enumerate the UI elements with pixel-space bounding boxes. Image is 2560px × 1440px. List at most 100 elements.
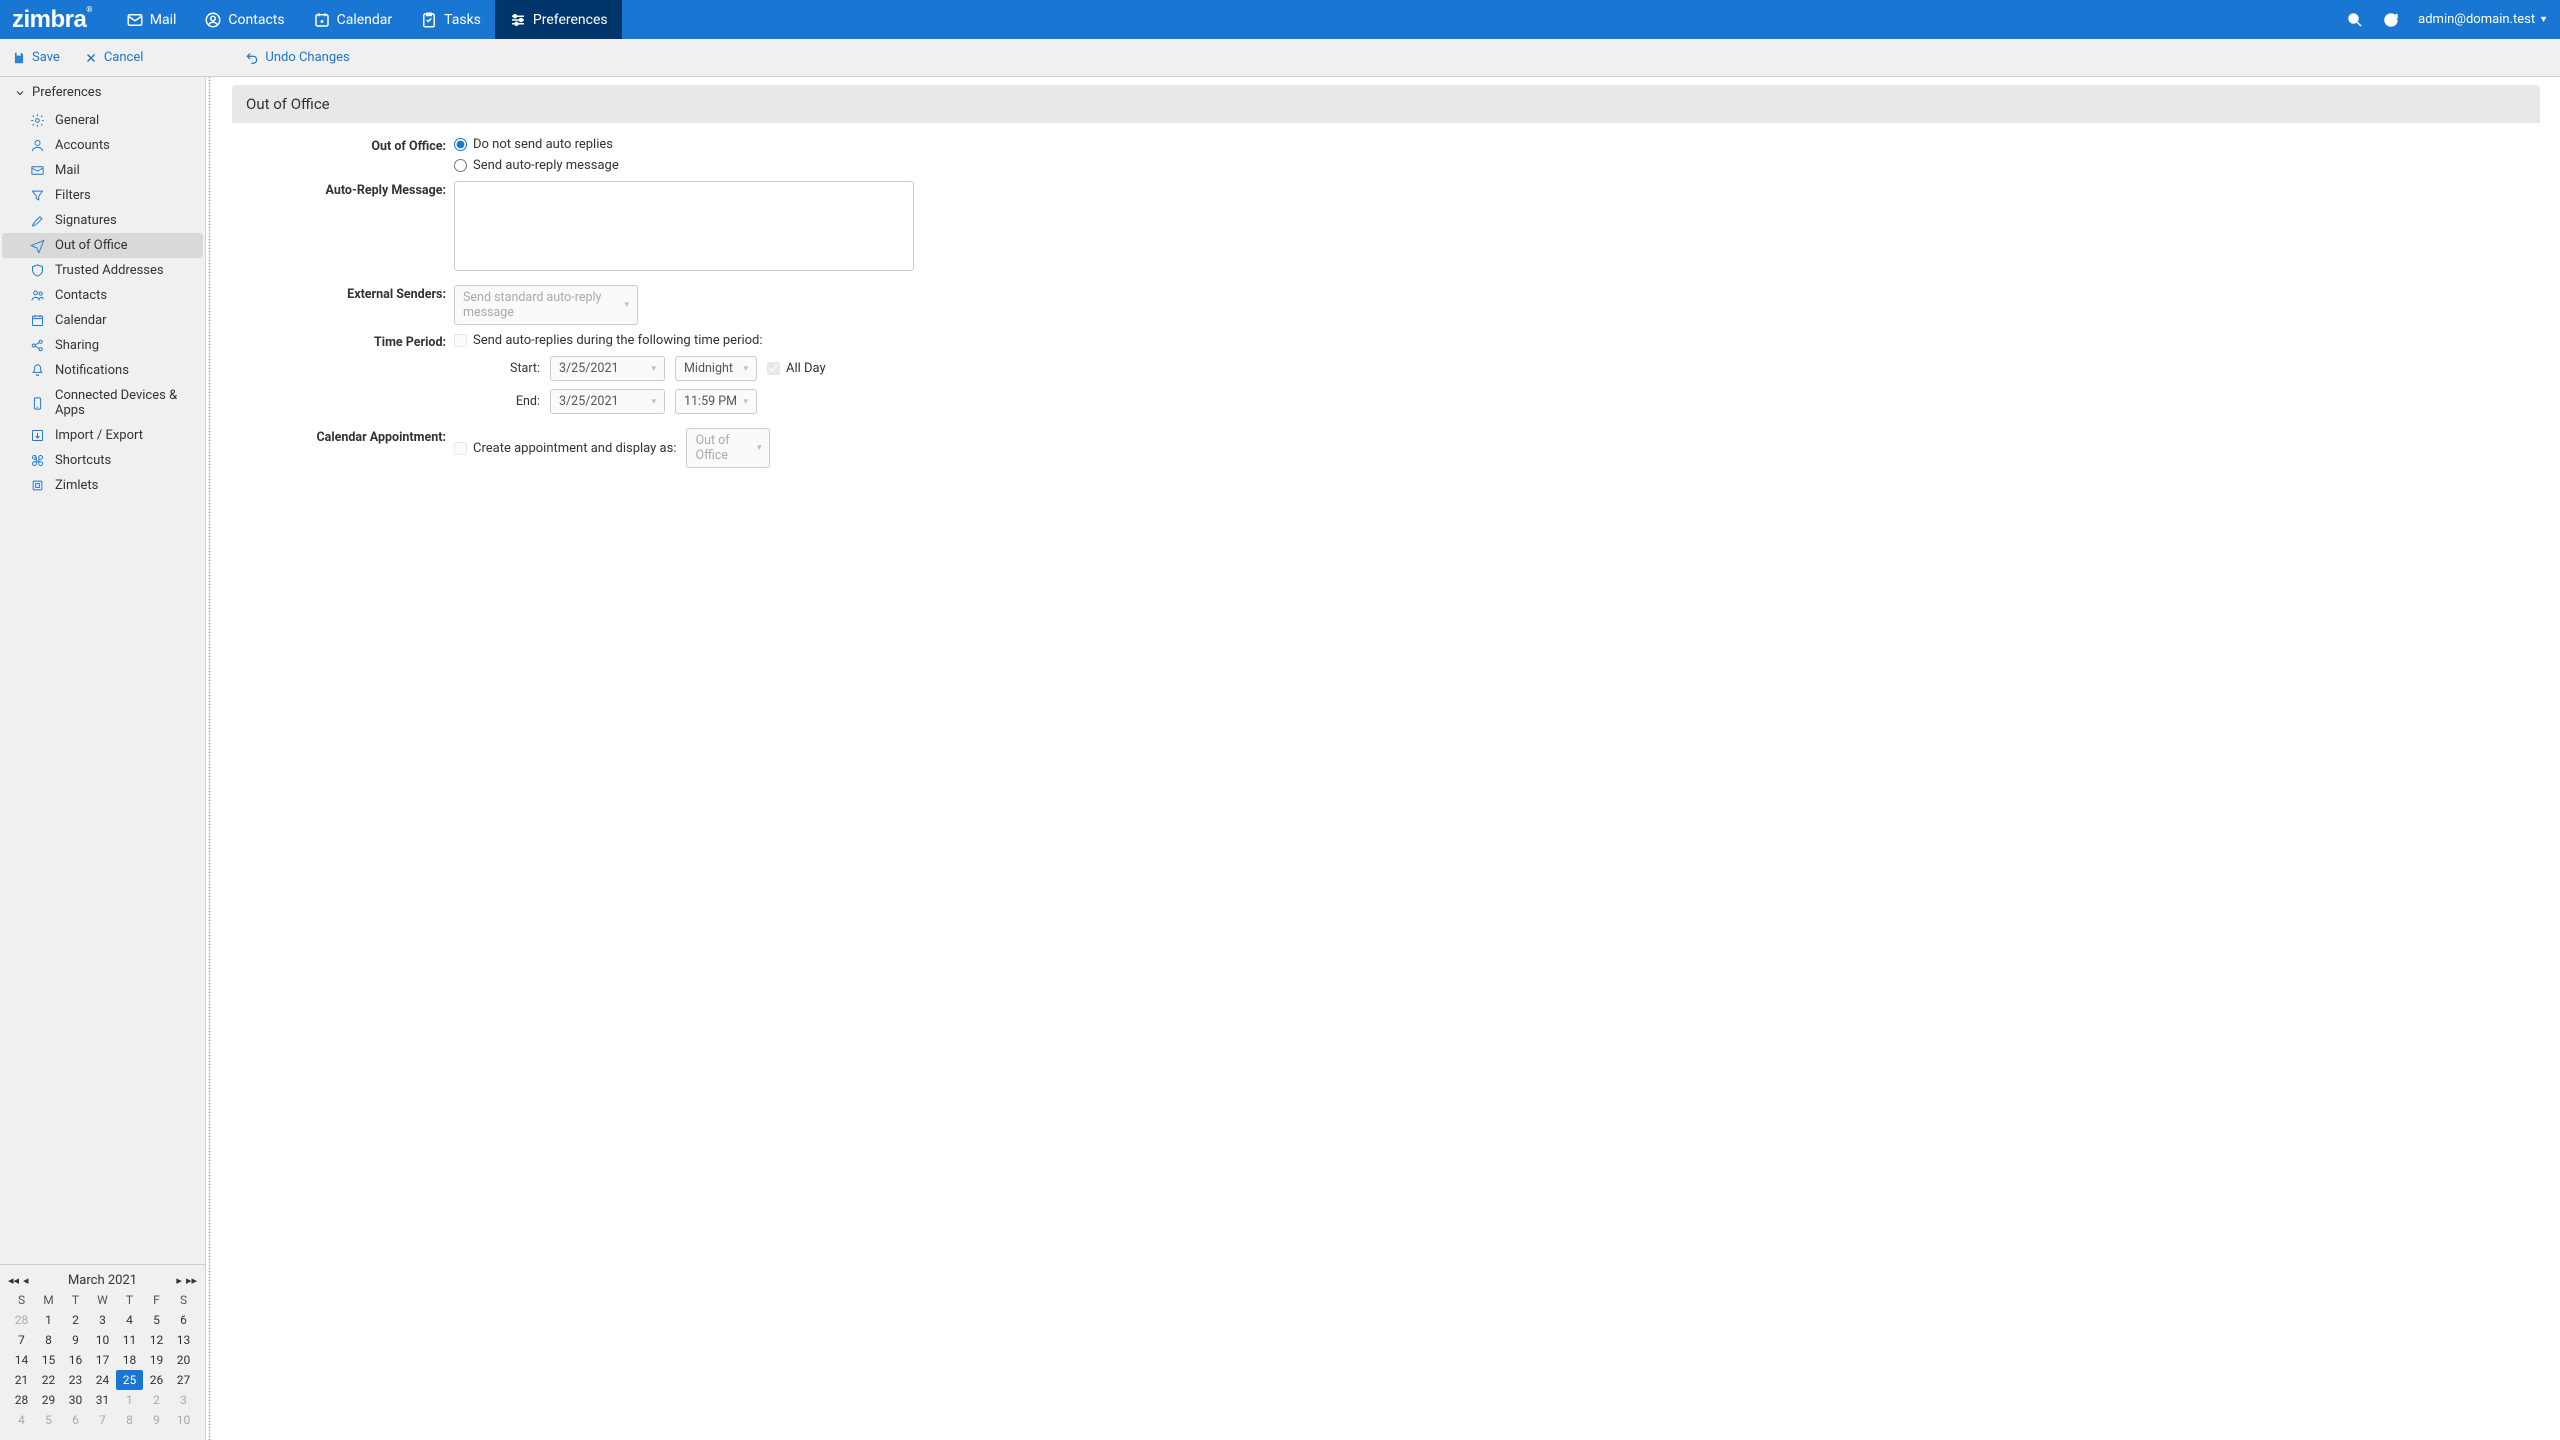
sidebar-item-devices[interactable]: Connected Devices & Apps: [0, 383, 205, 423]
tab-calendar[interactable]: Calendar: [299, 0, 407, 39]
sidebar-item-signatures[interactable]: Signatures: [0, 208, 205, 233]
radio-no-send[interactable]: Do not send auto replies: [454, 137, 2540, 152]
chevron-down-icon: [14, 87, 26, 99]
end-date-select[interactable]: 3/25/2021▾: [550, 389, 665, 414]
cal-day[interactable]: 10: [89, 1330, 116, 1350]
mail-icon: [126, 11, 144, 29]
end-time-select[interactable]: 11:59 PM▾: [675, 389, 757, 414]
cal-day[interactable]: 2: [62, 1310, 89, 1330]
cal-prev-month[interactable]: ◂: [23, 1274, 29, 1287]
sidebar: Preferences General Accounts Mail Filter…: [0, 77, 206, 1440]
cal-day[interactable]: 21: [8, 1370, 35, 1390]
cal-day[interactable]: 1: [35, 1310, 62, 1330]
cal-day[interactable]: 27: [170, 1370, 197, 1390]
cal-day[interactable]: 9: [62, 1330, 89, 1350]
cal-next-year[interactable]: ▸▸: [186, 1274, 197, 1287]
cal-day[interactable]: 29: [35, 1390, 62, 1410]
sidebar-item-contacts[interactable]: Contacts: [0, 283, 205, 308]
undo-button[interactable]: Undo Changes: [245, 50, 349, 65]
cal-dow: F: [143, 1290, 170, 1310]
time-period-check[interactable]: Send auto-replies during the following t…: [454, 333, 2540, 348]
cal-day[interactable]: 28: [8, 1310, 35, 1330]
cal-day[interactable]: 14: [8, 1350, 35, 1370]
cal-month-label[interactable]: March 2021: [68, 1273, 137, 1288]
radio-send[interactable]: Send auto-reply message: [454, 158, 2540, 173]
sidebar-item-zimlets[interactable]: Zimlets: [0, 473, 205, 498]
cal-day[interactable]: 3: [89, 1310, 116, 1330]
auto-reply-textarea[interactable]: [454, 181, 914, 271]
cal-next-month[interactable]: ▸: [176, 1274, 182, 1287]
allday-check[interactable]: All Day: [767, 361, 826, 376]
cal-day[interactable]: 16: [62, 1350, 89, 1370]
sidebar-item-trusted[interactable]: Trusted Addresses: [0, 258, 205, 283]
cal-day[interactable]: 4: [8, 1410, 35, 1430]
cal-day[interactable]: 26: [143, 1370, 170, 1390]
cal-day[interactable]: 3: [170, 1390, 197, 1410]
start-date-select[interactable]: 3/25/2021▾: [550, 356, 665, 381]
external-senders-select[interactable]: Send standard auto-reply message▾: [454, 285, 638, 325]
cal-day[interactable]: 20: [170, 1350, 197, 1370]
share-icon: [30, 338, 45, 353]
save-button[interactable]: Save: [12, 50, 60, 65]
cal-day[interactable]: 5: [143, 1310, 170, 1330]
create-appt-check[interactable]: Create appointment and display as:: [454, 441, 676, 456]
cal-prev-year[interactable]: ◂◂: [8, 1274, 19, 1287]
tasks-icon: [420, 11, 438, 29]
tab-contacts[interactable]: Contacts: [190, 0, 298, 39]
cal-day[interactable]: 7: [8, 1330, 35, 1350]
cal-day[interactable]: 25: [116, 1370, 143, 1390]
cal-day[interactable]: 31: [89, 1390, 116, 1410]
search-icon[interactable]: [2346, 11, 2364, 29]
cal-day[interactable]: 8: [35, 1330, 62, 1350]
cal-day[interactable]: 23: [62, 1370, 89, 1390]
sidebar-item-general[interactable]: General: [0, 108, 205, 133]
cal-day[interactable]: 12: [143, 1330, 170, 1350]
cal-day[interactable]: 28: [8, 1390, 35, 1410]
cal-day[interactable]: 9: [143, 1410, 170, 1430]
refresh-icon[interactable]: [2382, 11, 2400, 29]
sidebar-item-import[interactable]: Import / Export: [0, 423, 205, 448]
calendar-icon: [313, 11, 331, 29]
cal-day[interactable]: 18: [116, 1350, 143, 1370]
sidebar-item-calendar[interactable]: Calendar: [0, 308, 205, 333]
cal-day[interactable]: 1: [116, 1390, 143, 1410]
label-cal-appt: Calendar Appointment:: [232, 428, 454, 445]
cancel-button[interactable]: Cancel: [84, 50, 144, 65]
sidebar-item-out-of-office[interactable]: Out of Office: [2, 233, 203, 258]
cal-day[interactable]: 2: [143, 1390, 170, 1410]
gear-icon: [30, 113, 45, 128]
sidebar-item-mail[interactable]: Mail: [0, 158, 205, 183]
cal-dow: S: [8, 1290, 35, 1310]
tab-mail[interactable]: Mail: [112, 0, 191, 39]
user-menu[interactable]: admin@domain.test▼: [2418, 12, 2548, 27]
sidebar-item-sharing[interactable]: Sharing: [0, 333, 205, 358]
cal-day[interactable]: 7: [89, 1410, 116, 1430]
cal-dow: T: [62, 1290, 89, 1310]
panel-title: Out of Office: [232, 85, 2540, 123]
cal-day[interactable]: 11: [116, 1330, 143, 1350]
sidebar-item-shortcuts[interactable]: Shortcuts: [0, 448, 205, 473]
cal-day[interactable]: 6: [62, 1410, 89, 1430]
cal-day[interactable]: 10: [170, 1410, 197, 1430]
cal-day[interactable]: 19: [143, 1350, 170, 1370]
cal-day[interactable]: 24: [89, 1370, 116, 1390]
cal-day[interactable]: 5: [35, 1410, 62, 1430]
tab-tasks[interactable]: Tasks: [406, 0, 495, 39]
cal-day[interactable]: 8: [116, 1410, 143, 1430]
display-as-select[interactable]: Out of Office▾: [686, 428, 770, 468]
start-time-select[interactable]: Midnight▾: [675, 356, 757, 381]
cal-day[interactable]: 22: [35, 1370, 62, 1390]
cal-dow: W: [89, 1290, 116, 1310]
cal-day[interactable]: 6: [170, 1310, 197, 1330]
cal-day[interactable]: 13: [170, 1330, 197, 1350]
cal-day[interactable]: 17: [89, 1350, 116, 1370]
sidebar-header[interactable]: Preferences: [0, 77, 205, 108]
filter-icon: [30, 188, 45, 203]
sidebar-item-filters[interactable]: Filters: [0, 183, 205, 208]
cal-day[interactable]: 4: [116, 1310, 143, 1330]
tab-preferences[interactable]: Preferences: [495, 0, 622, 39]
cal-day[interactable]: 30: [62, 1390, 89, 1410]
sidebar-item-accounts[interactable]: Accounts: [0, 133, 205, 158]
cal-day[interactable]: 15: [35, 1350, 62, 1370]
sidebar-item-notifications[interactable]: Notifications: [0, 358, 205, 383]
